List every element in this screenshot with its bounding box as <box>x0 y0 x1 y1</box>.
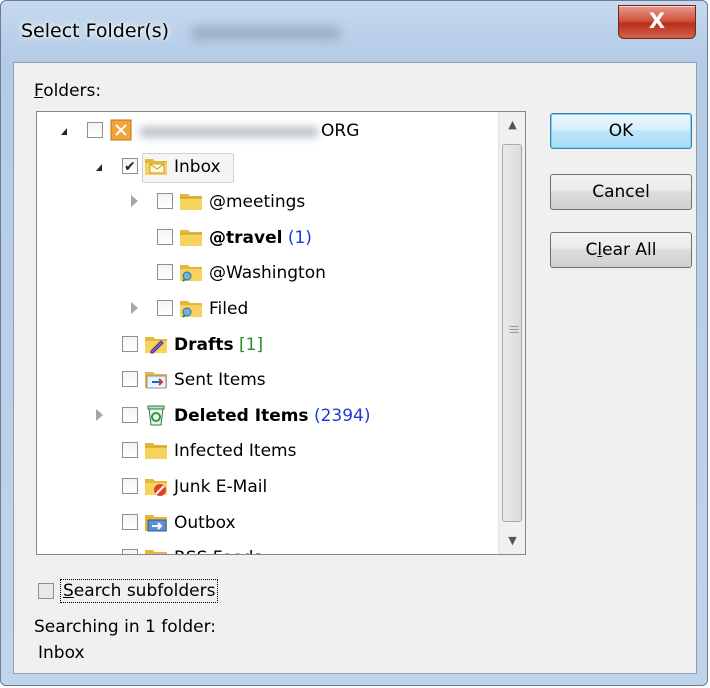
title-bar[interactable]: Select Folder(s) X <box>1 1 707 63</box>
dialog-body: Folders: ▲ ——— ▼ ORGInbox@meetings@trave… <box>13 62 697 674</box>
inbox-icon <box>144 155 168 177</box>
tree-scrollbar[interactable]: ▲ — — — ▼ <box>498 112 525 554</box>
scroll-grip-icon: — — — <box>509 321 519 338</box>
tree-item[interactable]: @travel (1) <box>37 221 497 255</box>
expand-triangle-icon[interactable] <box>131 302 138 314</box>
redacted-account-name <box>139 126 319 138</box>
scroll-down-arrow-icon[interactable]: ▼ <box>499 528 525 554</box>
dialog-title: Select Folder(s) <box>21 20 170 42</box>
sent-items-icon <box>144 368 168 390</box>
redacted-title-text <box>191 26 341 40</box>
folder-label[interactable]: RSS Feeds <box>174 541 262 554</box>
ok-button[interactable]: OK <box>550 113 692 149</box>
folder-checkbox[interactable] <box>122 371 138 388</box>
folder-label[interactable]: Sent Items <box>174 363 266 397</box>
folder-label[interactable]: ORG <box>321 114 359 148</box>
folder-label[interactable]: Deleted Items (2394) <box>174 399 371 433</box>
tree-item[interactable]: @Washington <box>37 256 497 290</box>
tree-item[interactable]: Drafts [1] <box>37 328 497 362</box>
collapse-triangle-icon[interactable] <box>61 128 67 135</box>
folder-icon <box>179 190 203 212</box>
expand-triangle-icon[interactable] <box>131 195 138 208</box>
tree-item[interactable]: Deleted Items (2394) <box>37 399 497 433</box>
collapse-triangle-icon[interactable] <box>96 163 102 171</box>
folder-label[interactable]: Outbox <box>174 506 236 540</box>
folder-label[interactable]: Filed <box>209 292 248 326</box>
search-status-text: Searching in 1 folder: <box>34 617 216 637</box>
clear-all-button[interactable]: Clear All <box>550 232 692 268</box>
cancel-button[interactable]: Cancel <box>550 174 692 210</box>
folder-tree[interactable]: ▲ ——— ▼ ORG Inbox@meetings@travel (1)@Was… <box>36 111 526 555</box>
folder-label[interactable]: @Washington <box>209 256 326 290</box>
folder-checkbox[interactable] <box>87 122 103 138</box>
folder-checkbox[interactable] <box>122 406 138 423</box>
tree-item[interactable]: Filed <box>37 292 497 326</box>
search-subfolders-checkbox[interactable] <box>38 583 54 599</box>
folders-label: Folders: <box>34 81 102 101</box>
close-icon: X <box>648 9 666 33</box>
folder-label[interactable]: @travel (1) <box>209 221 312 255</box>
tree-item[interactable]: @meetings <box>37 185 497 219</box>
folder-label[interactable]: Junk E-Mail <box>174 470 267 504</box>
search-status-folder: Inbox <box>38 643 85 663</box>
tree-item[interactable]: RSS Feeds <box>37 541 497 554</box>
search-subfolders-label[interactable]: Search subfolders <box>60 579 219 603</box>
folder-label[interactable]: Inbox <box>174 150 221 184</box>
tree-item[interactable]: Inbox <box>37 150 497 184</box>
junk-mail-icon <box>144 475 168 497</box>
tree-item[interactable]: Outbox <box>37 506 497 540</box>
folder-icon <box>144 439 168 461</box>
folder-checkbox[interactable] <box>157 300 173 316</box>
search-folder-icon <box>179 297 203 319</box>
tree-item[interactable]: Sent Items <box>37 363 497 397</box>
folder-label[interactable]: Drafts [1] <box>174 328 263 362</box>
folder-checkbox[interactable] <box>122 335 138 352</box>
drafts-icon <box>144 333 168 355</box>
tree-item[interactable]: ORG <box>37 114 497 148</box>
select-folders-dialog: Select Folder(s) X Folders: ▲ ——— ▼ ORG I… <box>0 0 708 686</box>
close-button[interactable]: X <box>618 5 696 39</box>
tree-item[interactable]: Infected Items <box>37 434 497 468</box>
folder-checkbox[interactable] <box>122 442 138 459</box>
rss-feeds-icon <box>144 546 168 554</box>
folder-checkbox[interactable] <box>122 478 138 494</box>
folder-label[interactable]: @meetings <box>209 185 305 219</box>
scroll-up-arrow-icon[interactable]: ▲ <box>499 112 525 138</box>
search-folder-icon <box>179 261 203 283</box>
recycle-bin-icon <box>144 404 168 426</box>
expand-triangle-icon[interactable] <box>96 408 103 421</box>
folder-checkbox[interactable] <box>122 513 138 530</box>
tree-item[interactable]: Junk E-Mail <box>37 470 497 504</box>
folder-checkbox[interactable] <box>157 228 173 245</box>
folder-icon <box>179 226 203 248</box>
exchange-account-icon <box>109 119 133 141</box>
folder-checkbox[interactable] <box>122 150 138 184</box>
folder-checkbox[interactable] <box>157 193 173 210</box>
unread-count-badge: (1) <box>282 227 312 248</box>
scroll-thumb[interactable]: — — — <box>502 144 522 522</box>
unread-count-badge: (2394) <box>308 405 371 426</box>
folder-label[interactable]: Infected Items <box>174 434 296 468</box>
unread-count-badge: [1] <box>233 334 264 355</box>
outbox-icon <box>144 511 168 533</box>
folder-checkbox[interactable] <box>157 264 173 281</box>
folder-checkbox[interactable] <box>122 549 138 554</box>
